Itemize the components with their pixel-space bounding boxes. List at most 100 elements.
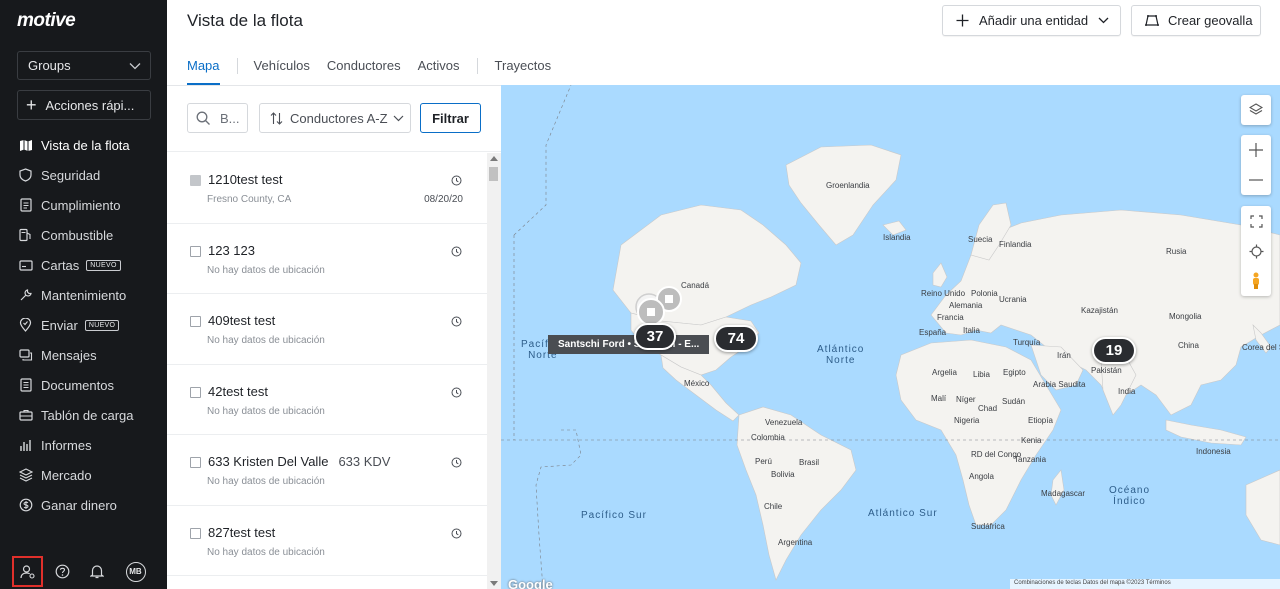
tab-separator xyxy=(236,58,238,74)
scroll-up-arrow-icon[interactable] xyxy=(490,156,498,161)
sidebar-item-label: Documentos xyxy=(41,377,114,393)
row-checkbox[interactable] xyxy=(190,175,201,186)
list-item[interactable]: 633 Kristen Del Valle 633 KDV No hay dato… xyxy=(167,435,487,506)
driver-name: 42test test xyxy=(208,383,268,399)
list-item[interactable]: 123 123 No hay datos de ubicación xyxy=(167,224,487,294)
new-badge: NUEVO xyxy=(84,319,120,331)
layers-button[interactable] xyxy=(1241,95,1271,125)
list-item[interactable]: 409test test No hay datos de ubicación xyxy=(167,294,487,365)
fullscreen-button[interactable] xyxy=(1241,206,1271,236)
ocean-label: Atlántico Norte xyxy=(817,344,865,366)
driver-location: No hay datos de ubicación xyxy=(207,335,325,346)
plus-icon: + xyxy=(26,95,37,115)
scroll-thumb[interactable] xyxy=(489,167,498,181)
sort-dropdown[interactable]: Conductores A-Z xyxy=(259,103,411,133)
cluster-marker[interactable]: 19 xyxy=(1092,337,1136,364)
filter-button[interactable]: Filtrar xyxy=(420,103,481,133)
sidebar-item-cards[interactable]: Cartas NUEVO xyxy=(0,250,167,280)
documents-icon xyxy=(18,378,33,393)
page-title: Vista de la flota xyxy=(187,11,303,30)
tab-trips[interactable]: Trayectos xyxy=(495,58,552,85)
add-entity-button[interactable]: Añadir una entidad xyxy=(942,5,1121,36)
map-label: Níger xyxy=(956,395,976,404)
cluster-marker[interactable]: 74 xyxy=(714,325,758,352)
sidebar-nav: Vista de la flota Seguridad Cumplimiento… xyxy=(0,130,167,520)
groups-dropdown[interactable]: Groups xyxy=(17,51,151,80)
search-placeholder: B... xyxy=(220,110,240,126)
create-geofence-button[interactable]: Crear geovalla xyxy=(1131,5,1261,36)
document-icon xyxy=(18,198,33,213)
list-item[interactable]: 1210test test Fresno County, CA 08/20/20 xyxy=(167,153,487,224)
quick-actions-label: Acciones rápi... xyxy=(45,97,135,113)
map-label: Arabia Saudita xyxy=(1033,380,1086,389)
zoom-in-button[interactable] xyxy=(1241,135,1271,165)
sidebar-item-documents[interactable]: Documentos xyxy=(0,370,167,400)
map-attribution[interactable]: Combinaciones de teclas Datos del mapa ©… xyxy=(1010,579,1280,589)
locate-button[interactable] xyxy=(1241,236,1271,266)
layers-control[interactable] xyxy=(1241,95,1271,125)
sidebar-item-fleet-view[interactable]: Vista de la flota xyxy=(0,130,167,160)
sidebar-item-reports[interactable]: Informes xyxy=(0,430,167,460)
row-checkbox[interactable] xyxy=(190,386,201,398)
search-input[interactable]: B... xyxy=(187,103,248,133)
map-label: Bolivia xyxy=(771,470,795,479)
tab-drivers[interactable]: Conductores xyxy=(327,58,401,85)
row-checkbox[interactable] xyxy=(190,316,201,327)
list-scrollbar[interactable] xyxy=(487,153,501,589)
reports-icon xyxy=(18,438,33,453)
notifications-button[interactable] xyxy=(81,556,112,587)
zoom-out-button[interactable] xyxy=(1241,165,1271,195)
marketplace-icon xyxy=(18,468,33,483)
map-label: México xyxy=(684,379,710,388)
geofence-icon xyxy=(1145,15,1159,26)
clock-icon[interactable] xyxy=(451,314,462,332)
map-label: Mongolia xyxy=(1169,312,1202,321)
clock-icon[interactable] xyxy=(451,526,462,544)
user-settings-button[interactable] xyxy=(12,556,43,587)
driver-location: No hay datos de ubicación xyxy=(207,264,325,276)
row-checkbox[interactable] xyxy=(190,245,201,257)
clock-icon[interactable] xyxy=(451,385,462,403)
sidebar-item-label: Informes xyxy=(41,437,92,453)
scroll-down-arrow-icon[interactable] xyxy=(490,581,498,586)
sidebar-item-fuel[interactable]: Combustible xyxy=(0,220,167,250)
user-avatar-button[interactable]: MB xyxy=(120,556,151,587)
clock-icon[interactable] xyxy=(451,173,462,191)
sidebar-item-maintenance[interactable]: Mantenimiento xyxy=(0,280,167,310)
map-label: Polonia xyxy=(971,289,998,298)
tab-vehicles[interactable]: Vehículos xyxy=(254,58,310,85)
tab-assets[interactable]: Activos xyxy=(418,58,460,85)
driver-location: No hay datos de ubicación xyxy=(207,476,325,487)
list-item[interactable]: 42test test No hay datos de ubicación xyxy=(167,365,487,435)
street-view-button[interactable] xyxy=(1241,266,1271,296)
vehicle-tooltip: Santschi Ford • Santschi - E... xyxy=(548,335,710,354)
sidebar-item-earn-money[interactable]: Ganar dinero xyxy=(0,490,167,520)
sidebar-item-marketplace[interactable]: Mercado xyxy=(0,460,167,490)
clock-icon[interactable] xyxy=(451,455,462,473)
motive-logo[interactable]: motive xyxy=(17,10,76,32)
tab-map[interactable]: Mapa xyxy=(187,58,220,85)
fleet-map[interactable]: Groenlandia Islandia Suecia Finlandia Ru… xyxy=(501,85,1280,589)
help-button[interactable] xyxy=(47,556,78,587)
map-label: Pakistán xyxy=(1091,366,1122,375)
map-label: Malí xyxy=(931,394,947,403)
sidebar-item-messages[interactable]: Mensajes xyxy=(0,340,167,370)
new-badge: NUEVO xyxy=(86,259,121,271)
driver-location: No hay datos de ubicación xyxy=(207,405,325,417)
sidebar-item-dispatch[interactable]: Enviar NUEVO xyxy=(0,310,167,340)
driver-location: No hay datos de ubicación xyxy=(207,546,325,558)
driver-name: 633 Kristen Del Valle 633 KDV xyxy=(208,454,390,469)
sidebar-item-compliance[interactable]: Cumplimiento xyxy=(0,190,167,220)
list-item[interactable]: 827test test No hay datos de ubicación xyxy=(167,506,487,576)
map-label: China xyxy=(1178,341,1199,350)
row-checkbox[interactable] xyxy=(190,527,201,539)
map-label: Francia xyxy=(937,313,964,322)
google-logo: Google xyxy=(508,577,553,589)
row-checkbox[interactable] xyxy=(190,457,201,468)
clock-icon[interactable] xyxy=(451,244,462,262)
cluster-marker[interactable]: 37 xyxy=(634,323,676,350)
quick-actions-button[interactable]: + Acciones rápi... xyxy=(17,90,151,120)
wrench-icon xyxy=(18,288,33,303)
sidebar-item-load-board[interactable]: Tablón de carga xyxy=(0,400,167,430)
sidebar-item-safety[interactable]: Seguridad xyxy=(0,160,167,190)
